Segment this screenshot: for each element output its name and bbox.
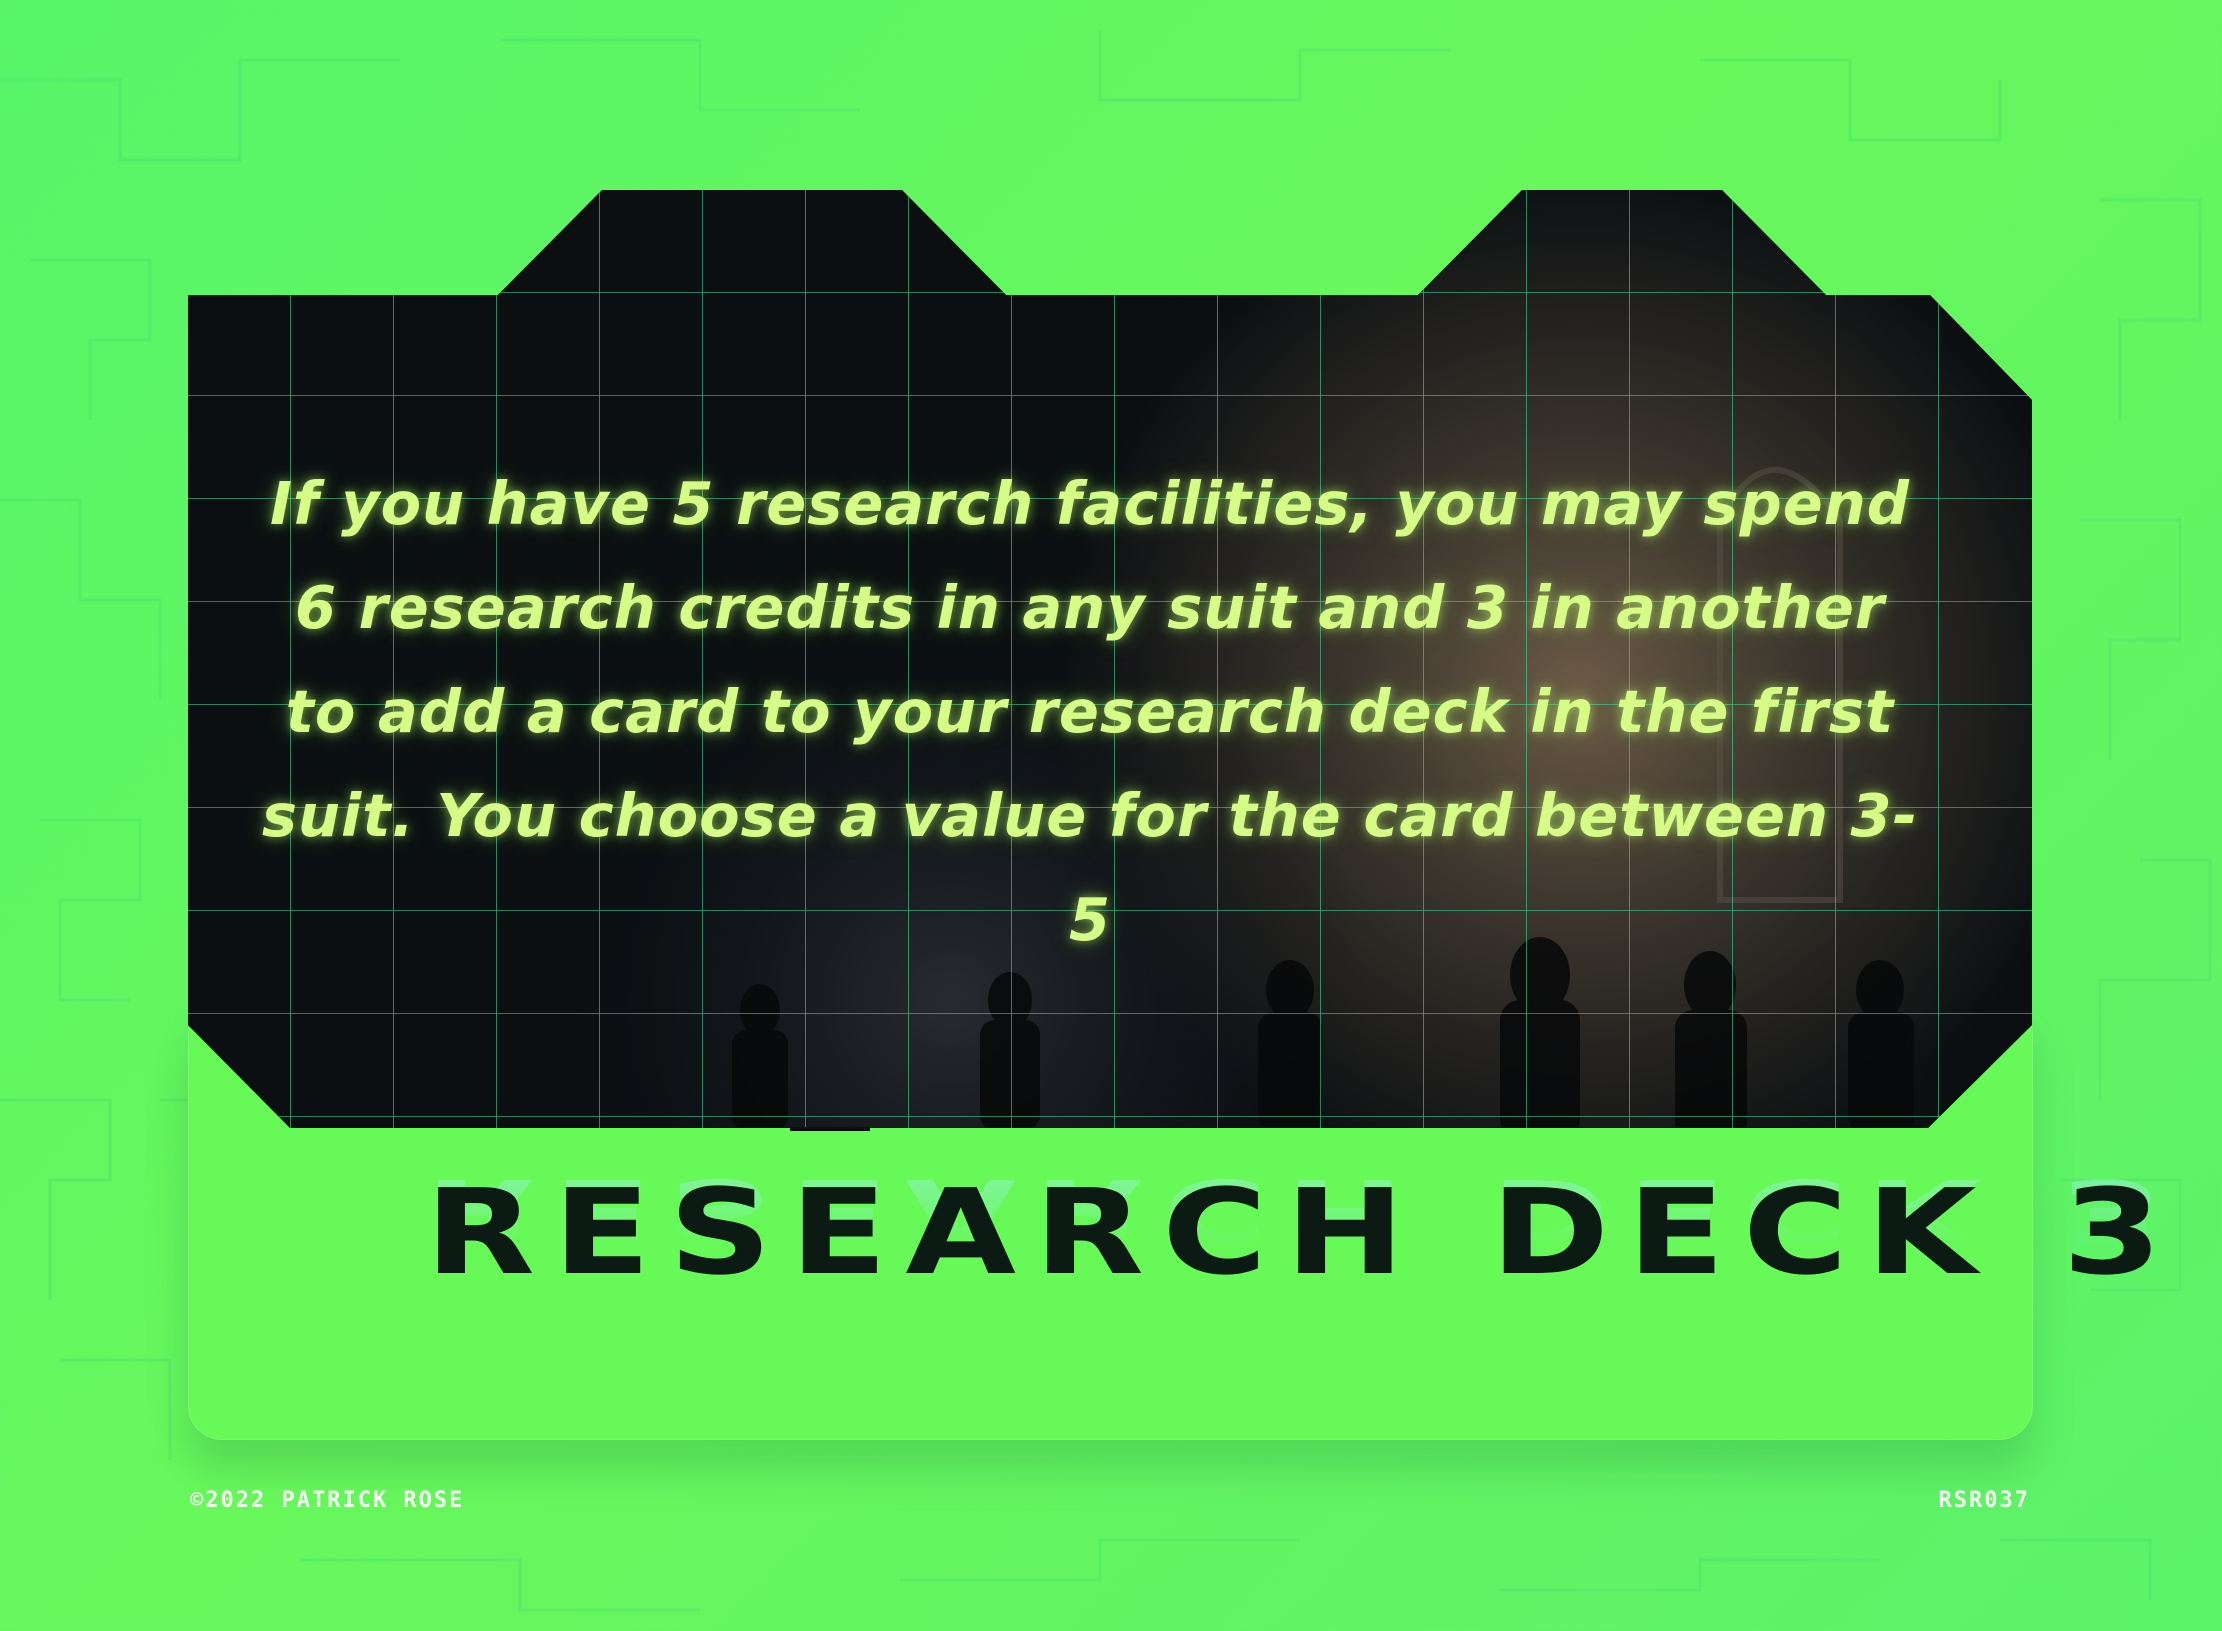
copyright-text: ©2022 PATRICK ROSE	[190, 1488, 465, 1513]
card-code: RSR037	[1938, 1488, 2030, 1513]
card-title: RESEARCH DECK 3	[425, 1163, 2181, 1301]
card-rule-text: If you have 5 research facilities, you m…	[261, 469, 1919, 954]
